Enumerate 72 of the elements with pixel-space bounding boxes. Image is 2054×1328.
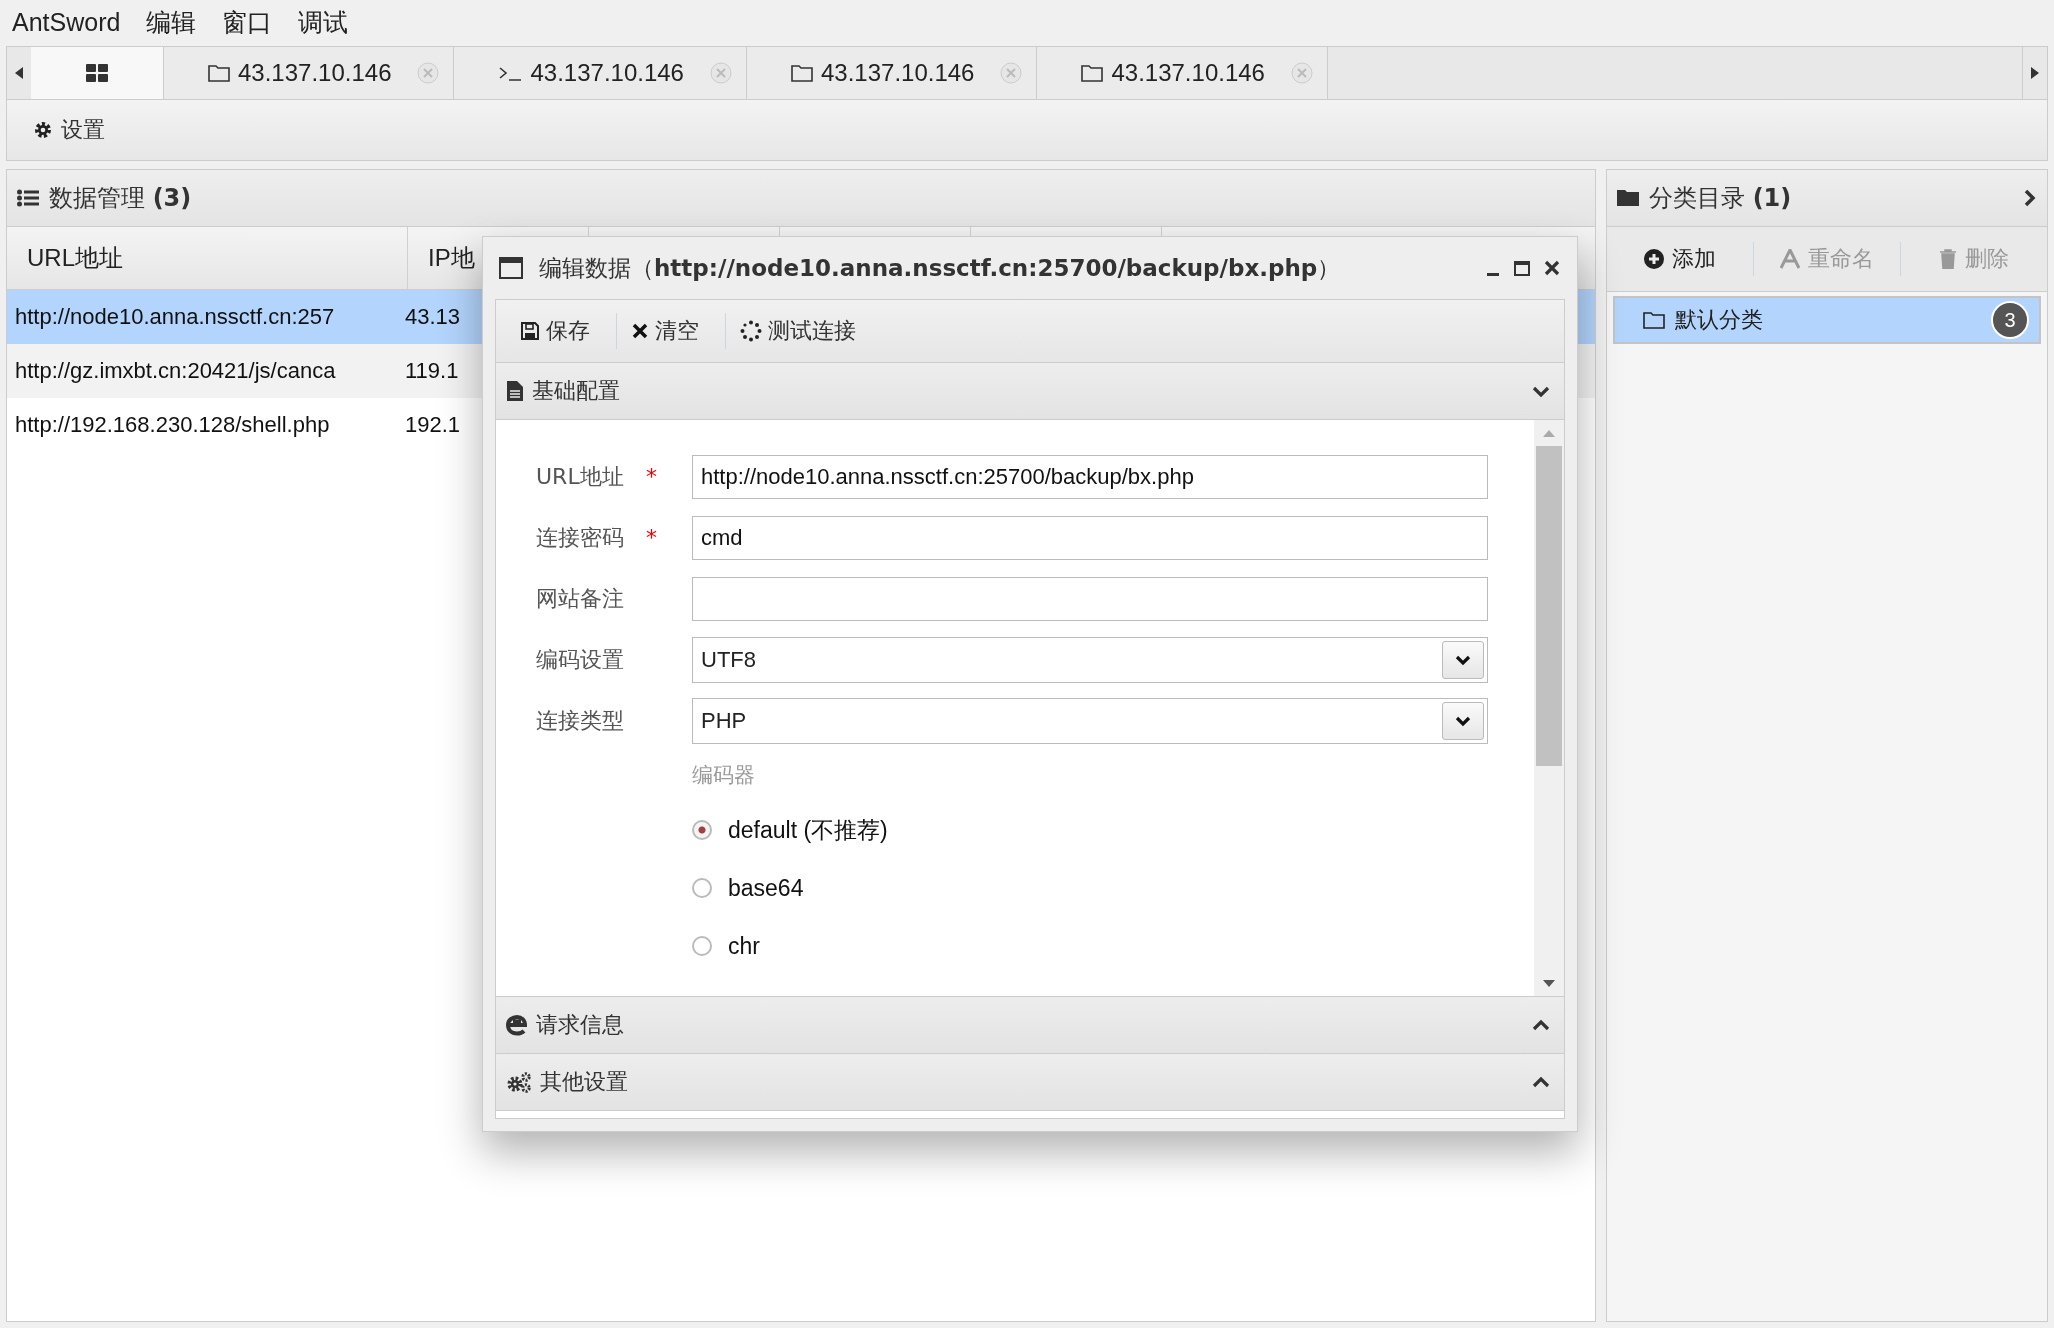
field-label: 编码设置 (536, 645, 625, 674)
table-cell-text: http://gz.imxbt.cn:20421/js/canca (14, 358, 337, 384)
terminal-icon (498, 64, 523, 82)
close-icon[interactable] (1543, 259, 1561, 277)
letter-icon (1780, 249, 1800, 269)
list-icon (17, 189, 39, 207)
category-item[interactable]: 默认分类 3 (1613, 296, 2041, 344)
field-label: 连接类型 (536, 706, 625, 735)
section-header[interactable]: 基础配置 (496, 363, 1564, 420)
chevron-down-icon (1455, 653, 1471, 666)
category-label: 默认分类 (1675, 306, 1763, 334)
save-button[interactable]: 保存 (506, 313, 617, 349)
field-label: 连接密码 (536, 523, 625, 552)
input-field[interactable]: http://node10.anna.nssctf.cn:25700/backup/bx.php (692, 454, 1488, 499)
count-badge: 3 (1991, 301, 2029, 339)
field-label: URL地址 (536, 462, 625, 491)
table-cell-text: 192.1 (405, 412, 462, 438)
chevron-up-icon (1532, 1019, 1550, 1031)
chevron-down-icon (1455, 714, 1471, 727)
gears-icon (506, 1071, 532, 1093)
menu-item[interactable]: AntSword (12, 7, 121, 37)
plus-circle-icon (1644, 249, 1664, 269)
clear-button[interactable]: 清空 (617, 313, 726, 349)
table-cell-text: http://node10.anna.nssctf.cn:257 (14, 304, 336, 330)
folder-icon (790, 64, 813, 82)
trash-icon (1939, 249, 1957, 269)
maximize-icon[interactable] (1513, 259, 1531, 277)
section-header[interactable]: 请求信息 (496, 997, 1564, 1054)
required-mark: * (646, 525, 657, 550)
grid-icon (86, 64, 108, 82)
folder-icon (1617, 189, 1639, 207)
menu-item[interactable]: 窗口 (222, 5, 273, 39)
radio-option[interactable]: default (不推荐) (692, 801, 888, 859)
required-mark: * (646, 464, 657, 489)
scroll-down-icon[interactable] (1542, 978, 1556, 988)
scrollbar[interactable] (1534, 420, 1564, 996)
window-icon (499, 257, 523, 279)
chevron-down-icon (1532, 385, 1550, 397)
spinner-icon (740, 320, 762, 342)
panel-title: 分类目录 (1) (1649, 183, 1792, 214)
settings-icon (33, 120, 53, 140)
document-icon (506, 380, 524, 402)
add-button[interactable]: 添加 (1607, 242, 1754, 276)
field-label: 网站备注 (536, 584, 625, 613)
folder-icon (1643, 311, 1665, 329)
scroll-left-icon[interactable] (14, 66, 24, 80)
radio-option[interactable]: base64 (692, 859, 804, 917)
chevron-up-icon (1532, 1076, 1550, 1088)
section-header[interactable]: 其他设置 (496, 1054, 1564, 1111)
encoder-label: 编码器 (692, 762, 755, 789)
input-field[interactable]: cmd (692, 515, 1488, 560)
test-connection-button[interactable]: 测试连接 (726, 313, 882, 349)
dropdown[interactable]: PHP (692, 697, 1488, 744)
menu-item[interactable]: 调试 (298, 5, 349, 39)
folder-icon (1081, 64, 1104, 82)
table-cell-text: 43.13 (405, 304, 462, 330)
letter-e-icon (506, 1014, 528, 1036)
close-icon (631, 322, 649, 340)
table-cell-text: http://192.168.230.128/shell.php (14, 412, 331, 438)
tab[interactable] (31, 47, 164, 99)
input-field[interactable] (692, 576, 1488, 621)
settings-button[interactable]: 设置 (27, 111, 111, 149)
folder-icon (208, 64, 230, 82)
dropdown[interactable]: UTF8 (692, 636, 1488, 683)
table-cell-text: 119.1 (405, 358, 460, 384)
column-header[interactable]: URL地址 (7, 227, 408, 289)
menu-item[interactable]: 编辑 (146, 5, 197, 39)
panel-title: 数据管理 (3) (49, 183, 192, 214)
radio-option[interactable]: chr (692, 917, 760, 975)
chevron-right-icon[interactable] (2023, 189, 2037, 207)
dialog-title: 编辑数据（http://node10.anna.nssctf.cn:25700/backup/bx.php） (539, 253, 1341, 283)
scroll-right-icon[interactable] (2030, 66, 2040, 80)
